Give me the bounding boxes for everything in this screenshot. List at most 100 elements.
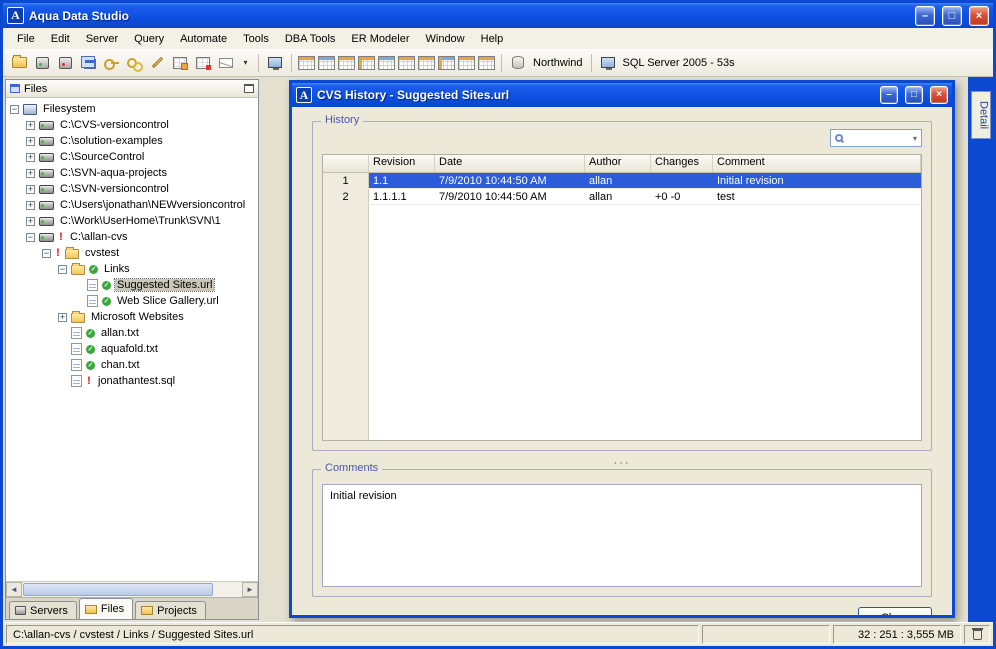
tree-item-folder[interactable]: − ✓ Links (6, 261, 258, 277)
grid-view-icon-1[interactable] (298, 55, 315, 70)
maximize-button[interactable]: □ (942, 5, 962, 26)
url-file-icon (87, 295, 98, 307)
grid-view-icon-10[interactable] (478, 55, 495, 70)
date-column-header[interactable]: Date (435, 155, 585, 172)
unregister-server-icon[interactable] (55, 53, 75, 73)
grid-view-icon-5[interactable] (378, 55, 395, 70)
tree-item-file[interactable]: ✓ Web Slice Gallery.url (6, 293, 258, 309)
dialog-close-button[interactable]: × (930, 86, 948, 104)
tree-item-file[interactable]: ! jonathantest.sql (6, 373, 258, 389)
garbage-collect-button[interactable] (964, 625, 990, 644)
grid-view-icon-2[interactable] (318, 55, 335, 70)
key-icon[interactable] (101, 53, 121, 73)
menu-er-modeler[interactable]: ER Modeler (343, 31, 417, 47)
title-bar[interactable]: A Aqua Data Studio – □ × (3, 3, 993, 28)
register-server-icon[interactable] (32, 53, 52, 73)
collapse-icon[interactable]: − (26, 232, 35, 242)
tree-item-folder[interactable]: − ! cvstest (6, 245, 258, 261)
expand-icon[interactable]: + (26, 200, 35, 210)
tab-detail[interactable]: Detail (970, 91, 991, 140)
comments-text-area[interactable]: Initial revision (322, 484, 922, 587)
history-search-box[interactable]: ▾ (830, 129, 922, 147)
row-number-header[interactable] (323, 155, 369, 172)
menu-edit[interactable]: Edit (43, 31, 78, 47)
history-search-input[interactable] (846, 132, 910, 144)
tree-item-drive[interactable]: + C:\Users\jonathan\NEWversioncontrol (6, 197, 258, 213)
database-name[interactable]: Northwind (533, 57, 583, 69)
tree-item-file-selected[interactable]: ✓ Suggested Sites.url (6, 277, 258, 293)
edit-script-icon[interactable] (147, 53, 167, 73)
tree-item-drive[interactable]: + C:\SVN-versioncontrol (6, 181, 258, 197)
menu-file[interactable]: File (9, 31, 43, 47)
close-action-button[interactable]: Close (858, 607, 932, 615)
tree-item-drive[interactable]: + C:\solution-examples (6, 133, 258, 149)
toolbar-dropdown-button[interactable]: ▾ (239, 53, 252, 73)
grid-view-icon-8[interactable] (438, 55, 455, 70)
tree-item-drive[interactable]: + C:\CVS-versioncontrol (6, 117, 258, 133)
tree-item-drive[interactable]: + C:\Work\UserHome\Trunk\SVN\1 (6, 213, 258, 229)
table-row[interactable]: 1 1.1 7/9/2010 10:44:50 AM allan Initial… (323, 173, 921, 189)
minimize-button[interactable]: – (915, 5, 935, 26)
tree-item-file[interactable]: ✓ chan.txt (6, 357, 258, 373)
search-dropdown-icon[interactable]: ▾ (913, 134, 917, 143)
dialog-title-bar[interactable]: A CVS History - Suggested Sites.url – □ … (292, 83, 952, 107)
scroll-right-icon[interactable]: ► (242, 582, 258, 597)
server-windows-icon[interactable] (78, 53, 98, 73)
grid-view-icon-7[interactable] (418, 55, 435, 70)
tree-item-label: jonathantest.sql (98, 375, 176, 387)
tab-servers[interactable]: Servers (9, 601, 77, 619)
tree-item-drive[interactable]: + C:\SourceControl (6, 149, 258, 165)
expand-icon[interactable]: + (26, 120, 35, 130)
edit-table-icon[interactable] (170, 53, 190, 73)
comment-column-header[interactable]: Comment (713, 155, 921, 172)
expand-icon[interactable]: + (26, 136, 35, 146)
tree-item-folder[interactable]: + Microsoft Websites (6, 309, 258, 325)
main-window: A Aqua Data Studio – □ × File Edit Serve… (0, 0, 996, 649)
menu-automate[interactable]: Automate (172, 31, 235, 47)
tree-item-drive[interactable]: − ! C:\allan-cvs (6, 229, 258, 245)
grid-view-icon-3[interactable] (338, 55, 355, 70)
grid-view-icon-4[interactable] (358, 55, 375, 70)
grid-view-icon-9[interactable] (458, 55, 475, 70)
expand-icon[interactable]: + (58, 312, 67, 322)
tree-item-file[interactable]: ✓ allan.txt (6, 325, 258, 341)
open-folder-icon[interactable] (9, 53, 29, 73)
drive-icon (39, 200, 54, 210)
menu-tools[interactable]: Tools (235, 31, 277, 47)
expand-icon[interactable]: + (26, 152, 35, 162)
revision-column-header[interactable]: Revision (369, 155, 435, 172)
menu-server[interactable]: Server (78, 31, 126, 47)
collapse-icon[interactable]: − (10, 104, 19, 114)
expand-icon[interactable]: + (26, 168, 35, 178)
float-panel-icon[interactable] (244, 84, 254, 93)
collapse-icon[interactable]: − (58, 264, 67, 274)
scroll-left-icon[interactable]: ◄ (6, 582, 22, 597)
scrollbar-thumb[interactable] (23, 583, 213, 596)
mail-export-icon[interactable] (216, 53, 236, 73)
dialog-maximize-button[interactable]: □ (905, 86, 923, 104)
grid-view-icon-6[interactable] (398, 55, 415, 70)
menu-window[interactable]: Window (418, 31, 473, 47)
menu-dba-tools[interactable]: DBA Tools (277, 31, 344, 47)
tab-projects[interactable]: Projects (135, 601, 206, 619)
expand-icon[interactable]: + (26, 184, 35, 194)
keys-icon[interactable] (124, 53, 144, 73)
horizontal-scrollbar[interactable]: ◄ ► (6, 581, 258, 597)
dialog-minimize-button[interactable]: – (880, 86, 898, 104)
server-name[interactable]: SQL Server 2005 - 53s (623, 57, 735, 69)
menu-help[interactable]: Help (473, 31, 512, 47)
tab-files[interactable]: Files (78, 598, 134, 619)
close-button[interactable]: × (969, 5, 989, 26)
tree-item-drive[interactable]: + C:\SVN-aqua-projects (6, 165, 258, 181)
table-row[interactable]: 2 1.1.1.1 7/9/2010 10:44:50 AM allan +0 … (323, 189, 921, 205)
query-window-icon[interactable] (265, 53, 285, 73)
tree-item-filesystem[interactable]: − Filesystem (6, 101, 258, 117)
changes-column-header[interactable]: Changes (651, 155, 713, 172)
author-column-header[interactable]: Author (585, 155, 651, 172)
delete-table-icon[interactable] (193, 53, 213, 73)
expand-icon[interactable]: + (26, 216, 35, 226)
menu-query[interactable]: Query (126, 31, 172, 47)
splitter-handle[interactable]: ··· (312, 457, 932, 469)
tree-item-file[interactable]: ✓ aquafold.txt (6, 341, 258, 357)
collapse-icon[interactable]: − (42, 248, 51, 258)
